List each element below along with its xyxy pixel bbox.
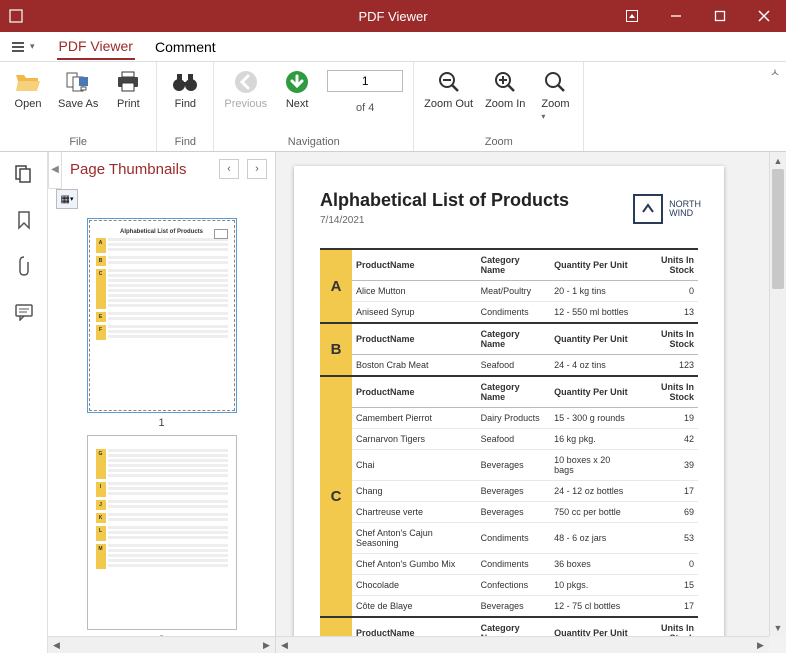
binoculars-icon: [171, 68, 199, 96]
app-icon: [0, 9, 32, 23]
arrow-down-icon: [283, 68, 311, 96]
zoom-in-icon: [491, 68, 519, 96]
zoom-out-button[interactable]: Zoom Out: [420, 66, 477, 134]
ribbon-collapse-button[interactable]: ㅅ: [770, 64, 780, 80]
thumbnails-panel: ◀ Page Thumbnails ‹ › ▦ ▾ Alphabetical L…: [48, 152, 276, 653]
table-row: Chartreuse verteBeverages750 cc per bott…: [320, 502, 698, 523]
zoom-in-button[interactable]: Zoom In: [481, 66, 529, 134]
table-row: ChangBeverages24 - 12 oz bottles17: [320, 481, 698, 502]
page-number-input[interactable]: [327, 70, 403, 92]
page-total-label: of 4: [356, 102, 374, 114]
bookmarks-tab[interactable]: [10, 206, 38, 234]
close-button[interactable]: [742, 0, 786, 32]
table-row: Boston Crab MeatSeafood24 - 4 oz tins123: [320, 355, 698, 377]
thumb-prev-button[interactable]: ‹: [219, 159, 239, 179]
comments-tab[interactable]: [10, 298, 38, 326]
thumbnail-page-2[interactable]: GIJKLM 2: [76, 435, 247, 636]
table-row: Aniseed SyrupCondiments12 - 550 ml bottl…: [320, 302, 698, 324]
table-row: Carnarvon TigersSeafood16 kg pkg.42: [320, 429, 698, 450]
document-page: Alphabetical List of Products 7/14/2021 …: [294, 166, 724, 636]
zoom-dropdown-button[interactable]: Zoom▾: [533, 66, 577, 134]
magnifier-icon: [541, 68, 569, 96]
thumbnail-list[interactable]: Alphabetical List of Products ABCEF 1 GI…: [48, 212, 275, 636]
brand-logo: NORTHWIND: [633, 194, 701, 224]
printer-icon: [114, 68, 142, 96]
maximize-button[interactable]: [698, 0, 742, 32]
next-page-button[interactable]: Next: [275, 66, 319, 134]
group-zoom-label: Zoom: [414, 134, 583, 151]
ribbon: ㅅ Open Save As Print File Find Find: [0, 62, 786, 152]
ribbon-display-button[interactable]: [610, 0, 654, 32]
products-table: AProductNameCategory NameQuantity Per Un…: [320, 248, 698, 636]
scroll-right-icon[interactable]: ▶: [258, 637, 275, 653]
scroll-left-icon[interactable]: ◀: [276, 637, 293, 653]
open-button[interactable]: Open: [6, 66, 50, 134]
group-navigation-label: Navigation: [214, 134, 413, 151]
print-button[interactable]: Print: [106, 66, 150, 134]
thumbnails-hscrollbar[interactable]: ◀ ▶: [48, 636, 275, 653]
document-viewer: Alphabetical List of Products 7/14/2021 …: [276, 152, 786, 653]
titlebar: PDF Viewer: [0, 0, 786, 32]
thumb-next-button[interactable]: ›: [247, 159, 267, 179]
group-find-label: Find: [157, 134, 213, 151]
table-row: Alice MuttonMeat/Poultry20 - 1 kg tins0: [320, 281, 698, 302]
scroll-up-icon[interactable]: ▲: [770, 152, 786, 169]
panel-collapse-button[interactable]: ◀: [48, 149, 62, 189]
scroll-thumb[interactable]: [772, 169, 784, 289]
thumbnails-tab[interactable]: [10, 160, 38, 188]
save-as-button[interactable]: Save As: [54, 66, 102, 134]
thumbnail-view-options[interactable]: ▦ ▾: [56, 189, 78, 209]
table-row: Chef Anton's Cajun SeasoningCondiments48…: [320, 523, 698, 554]
table-row: ChocoladeConfections10 pkgs.15: [320, 575, 698, 596]
tab-comment[interactable]: Comment: [153, 35, 218, 59]
viewer-hscrollbar[interactable]: ◀ ▶: [276, 636, 769, 653]
scroll-left-icon[interactable]: ◀: [48, 637, 65, 653]
menubar: ▾ PDF Viewer Comment: [0, 32, 786, 62]
table-row: Chef Anton's Gumbo MixCondiments36 boxes…: [320, 554, 698, 575]
thumbnail-page-1[interactable]: Alphabetical List of Products ABCEF 1: [76, 218, 247, 429]
scroll-right-icon[interactable]: ▶: [752, 637, 769, 653]
previous-page-button[interactable]: Previous: [220, 66, 271, 134]
table-row: Côte de BlayeBeverages12 - 75 cl bottles…: [320, 596, 698, 618]
chevron-down-icon: ▾: [541, 112, 545, 121]
minimize-button[interactable]: [654, 0, 698, 32]
save-as-icon: [64, 68, 92, 96]
find-button[interactable]: Find: [163, 66, 207, 134]
folder-open-icon: [14, 68, 42, 96]
scroll-down-icon[interactable]: ▼: [770, 619, 786, 636]
zoom-out-icon: [435, 68, 463, 96]
viewer-vscrollbar[interactable]: ▲ ▼: [769, 152, 786, 636]
attachments-tab[interactable]: [10, 252, 38, 280]
table-row: Camembert PierrotDairy Products15 - 300 …: [320, 408, 698, 429]
panel-title: Page Thumbnails: [70, 161, 211, 178]
viewer-viewport[interactable]: Alphabetical List of Products 7/14/2021 …: [276, 152, 769, 636]
table-row: ChaiBeverages10 boxes x 20 bags39: [320, 450, 698, 481]
arrow-left-icon: [232, 68, 260, 96]
file-menu-button[interactable]: ▾: [6, 37, 39, 57]
side-tabs: [0, 152, 48, 653]
tab-pdf-viewer[interactable]: PDF Viewer: [57, 34, 135, 60]
group-file-label: File: [0, 134, 156, 151]
